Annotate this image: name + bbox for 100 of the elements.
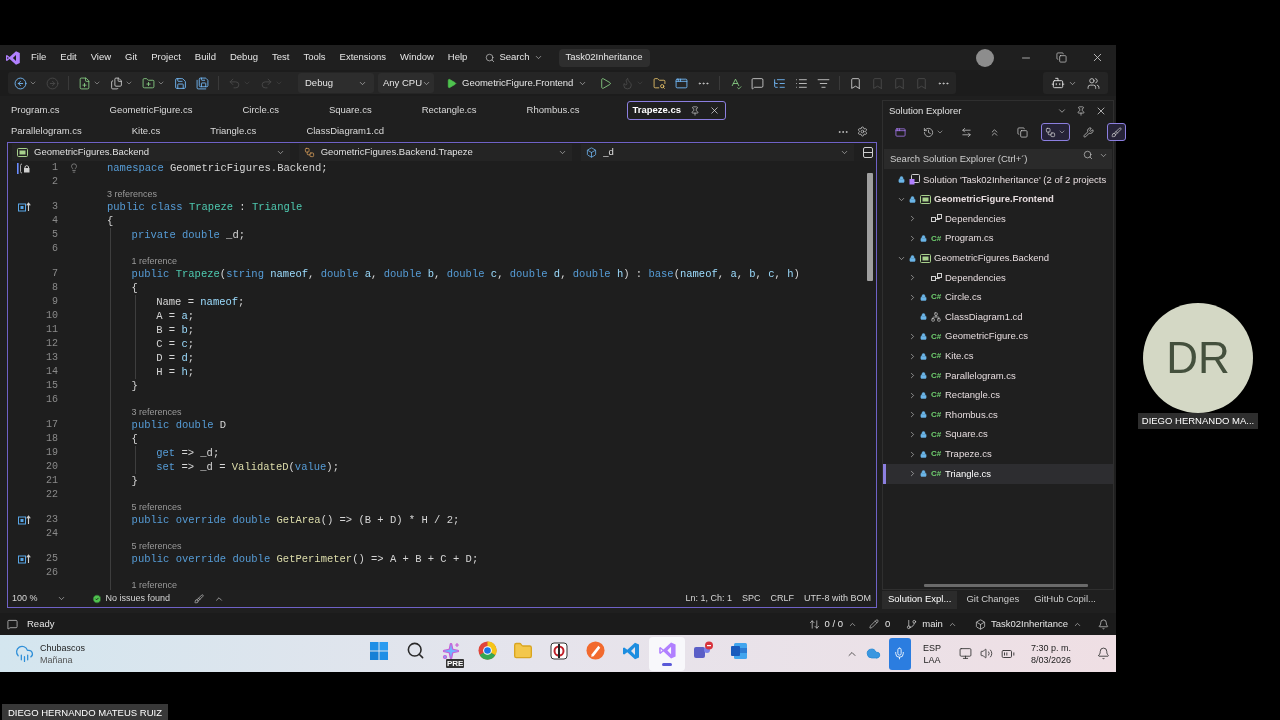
branch-button[interactable]: main — [906, 616, 957, 632]
tree-item[interactable]: C# Kite.cs — [883, 346, 1113, 366]
taskbar-button[interactable]: PRE — [433, 636, 469, 671]
caret-icon[interactable] — [157, 79, 165, 87]
menu-item[interactable]: Project — [151, 50, 181, 65]
platform-dropdown[interactable]: Any CPU — [378, 73, 434, 93]
caret-icon[interactable] — [908, 234, 917, 244]
files-icon[interactable] — [110, 76, 123, 90]
tree-item[interactable]: C# GeometricFigure.cs — [883, 326, 1113, 347]
tree-item[interactable]: C# Triangle.cs — [883, 463, 1113, 484]
encoding-indicator[interactable]: UTF-8 with BOM — [804, 591, 871, 606]
wrench-icon[interactable] — [1083, 126, 1094, 138]
caret-icon[interactable] — [125, 79, 133, 87]
document-tab[interactable]: Rectangle.cs — [411, 101, 517, 120]
tool-window-tab[interactable]: Git Changes — [960, 590, 1026, 609]
bell-icon[interactable] — [1097, 647, 1110, 660]
caret-icon[interactable] — [908, 469, 917, 479]
tree-list-icon[interactable] — [773, 76, 787, 90]
caret-icon[interactable] — [908, 214, 917, 224]
menu-item[interactable]: Help — [447, 50, 468, 65]
brush-icon[interactable] — [1111, 126, 1122, 138]
pin-icon[interactable] — [1076, 106, 1086, 116]
solution-name-badge[interactable]: Task02Inheritance — [558, 48, 650, 67]
tree-item[interactable]: C# Program.cs — [883, 228, 1113, 249]
cloud-icon[interactable] — [865, 646, 881, 661]
repository-button[interactable]: Task02Inheritance — [974, 616, 1082, 632]
document-tab[interactable]: GeometricFigure.cs — [99, 101, 233, 120]
menu-item[interactable]: Window — [400, 50, 434, 65]
tree-item[interactable]: ClassDiagram1.cd — [883, 307, 1113, 327]
clock[interactable]: 7:30 p. m. 8/03/2026 — [1030, 641, 1071, 666]
document-tab[interactable]: ClassDiagram1.cd — [296, 122, 424, 141]
code-lens-link[interactable]: 1 reference — [131, 580, 178, 590]
caret-icon[interactable] — [1058, 128, 1066, 136]
toolbar-toggle[interactable] — [1107, 123, 1126, 141]
menu-item[interactable]: View — [90, 50, 112, 65]
code-lens-link[interactable]: 5 references — [131, 541, 182, 552]
save-all-icon[interactable] — [196, 76, 209, 90]
double-chevron-up-icon[interactable] — [989, 126, 1000, 138]
sync-indicator[interactable]: 0 / 0 — [808, 616, 857, 632]
menu-item[interactable]: Extensions — [339, 50, 387, 65]
code-lens-link[interactable]: 3 references — [131, 407, 182, 418]
caret-icon[interactable] — [908, 410, 917, 420]
menu-item[interactable]: Test — [271, 50, 290, 65]
navigation-dropdown[interactable]: _d — [581, 143, 854, 161]
cursor-position[interactable]: Ln: 1, Ch: 1 — [685, 591, 732, 606]
window-switch-icon[interactable] — [895, 126, 906, 138]
tool-window-tab[interactable]: GitHub Copil... — [1028, 590, 1102, 609]
tree-item[interactable]: C# Square.cs — [883, 424, 1113, 445]
tree-item[interactable]: GeometricFigures.Backend — [883, 248, 1113, 268]
document-tab[interactable]: Triangle.cs — [200, 122, 297, 141]
document-tab[interactable]: Trapeze.cs — [627, 101, 726, 120]
menu-item[interactable]: Git — [125, 50, 138, 65]
add-folder-icon[interactable] — [142, 76, 155, 90]
indentation-indicator[interactable]: SPC — [741, 591, 761, 606]
spell-check-icon[interactable] — [729, 76, 743, 90]
tree-item[interactable]: Dependencies — [883, 209, 1113, 229]
override-arrow-icon[interactable] — [17, 515, 31, 525]
menu-item[interactable]: Build — [194, 50, 216, 65]
close-icon[interactable] — [1091, 51, 1104, 64]
monitor-icon[interactable] — [958, 647, 972, 660]
play-outline-icon[interactable] — [599, 76, 613, 90]
save-icon[interactable] — [174, 76, 187, 90]
tree-item[interactable]: C# Rhombus.cs — [883, 405, 1113, 425]
tree-item[interactable]: C# Parallelogram.cs — [883, 365, 1113, 386]
lightbulb-icon[interactable] — [69, 163, 79, 173]
document-tab[interactable]: Circle.cs — [232, 101, 319, 120]
pen-app-icon[interactable] — [585, 641, 605, 660]
account-avatar[interactable] — [976, 48, 994, 67]
folder-search-icon[interactable] — [653, 76, 667, 90]
caret-icon[interactable] — [908, 449, 917, 459]
new-file-icon[interactable] — [78, 76, 91, 90]
start-debugging-button[interactable]: GeometricFigure.Frontend — [443, 73, 591, 93]
tree-item[interactable]: C# Circle.cs — [883, 287, 1113, 308]
caret-icon[interactable] — [29, 79, 37, 87]
caret-icon[interactable] — [908, 371, 917, 381]
horizontal-scrollbar-thumb[interactable] — [924, 583, 1088, 587]
search-field[interactable]: Search Solution Explorer (Ctrl+´) — [884, 148, 1112, 169]
speech-bubble-icon[interactable] — [7, 618, 18, 630]
navigation-dropdown[interactable]: GeometricFigures.Backend — [12, 143, 290, 161]
filter-list-icon[interactable] — [817, 76, 831, 90]
browser-icon[interactable] — [477, 641, 497, 660]
code-lens-link[interactable]: 3 references — [107, 189, 158, 200]
document-tab[interactable]: Program.cs — [1, 101, 100, 120]
brush-icon[interactable] — [194, 593, 205, 604]
configuration-dropdown[interactable]: Debug — [298, 73, 374, 93]
tool-window-tab[interactable]: Solution Expl... — [882, 590, 958, 609]
code-lens-link[interactable]: 5 references — [131, 502, 182, 513]
code-editor-icon[interactable] — [622, 641, 640, 660]
bookmark-icon[interactable] — [849, 76, 863, 90]
window-icon[interactable] — [675, 76, 689, 90]
caret-icon[interactable] — [1057, 106, 1067, 116]
bell-icon[interactable] — [1098, 618, 1109, 630]
caret-icon[interactable] — [908, 332, 917, 342]
speaker-icon[interactable] — [979, 647, 993, 660]
menu-item[interactable]: Debug — [229, 50, 258, 65]
document-tab[interactable]: Kite.cs — [121, 122, 201, 141]
history-icon[interactable] — [923, 126, 934, 138]
caret-icon[interactable] — [93, 79, 101, 87]
caret-icon[interactable] — [908, 430, 917, 439]
override-arrow-icon[interactable] — [17, 554, 31, 564]
